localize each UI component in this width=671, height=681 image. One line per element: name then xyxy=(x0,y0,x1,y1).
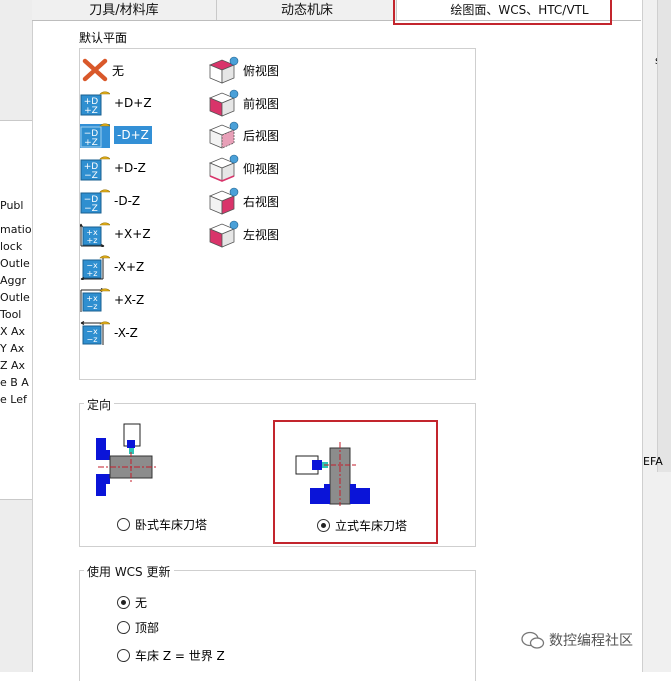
view-option-label: 左视图 xyxy=(243,227,280,242)
view-option-top[interactable]: 俯视图 xyxy=(207,56,280,84)
wcs-update-title: 使用 WCS 更新 xyxy=(84,563,174,580)
plane-option-mdpz[interactable]: −D +Z -D+Z xyxy=(80,122,152,148)
svg-text:−Z: −Z xyxy=(84,171,98,181)
background-tree-row: lock xyxy=(0,240,23,253)
cube-back-view-icon xyxy=(208,121,239,149)
plane-option-label: +D+Z xyxy=(114,96,152,110)
cube-left-view-icon xyxy=(208,220,239,248)
tab-tool-material-library[interactable]: 刀具/材料库 xyxy=(32,0,216,20)
radio-circle[interactable] xyxy=(117,621,130,634)
plane-option-none[interactable]: 无 xyxy=(82,57,124,83)
orientation-title: 定向 xyxy=(84,396,115,413)
plane-option-mxmz[interactable]: −x −z -X-Z xyxy=(80,320,138,346)
radio-circle[interactable] xyxy=(117,518,130,531)
plane-option-pxmz[interactable]: +x −z +X-Z xyxy=(80,287,144,313)
plane-option-mxpz[interactable]: −x +z -X+Z xyxy=(80,254,144,280)
plane-option-label: -D+Z xyxy=(114,126,152,144)
background-tree-row: Tool xyxy=(0,308,22,321)
background-tree-row: Outle xyxy=(0,257,30,270)
plane-mdpz-icon: −D +Z xyxy=(80,123,110,148)
cube-top-view-icon xyxy=(208,56,239,84)
plane-option-label: +X+Z xyxy=(114,227,151,241)
horizontal-turret-illustration xyxy=(96,423,156,496)
svg-text:+z: +z xyxy=(87,269,98,278)
plane-option-pdmz[interactable]: +D −Z +D-Z xyxy=(80,155,146,181)
background-right-text: EFA xyxy=(643,455,663,468)
view-option-label: 后视图 xyxy=(243,128,280,143)
plane-option-label: +D-Z xyxy=(114,161,146,175)
watermark-text: 数控编程社区 xyxy=(549,633,633,649)
background-tree-panel: Publ matio lock Outle Aggr Outle Tool X … xyxy=(0,120,32,500)
wechat-logo-icon xyxy=(521,631,545,649)
svg-text:−Z: −Z xyxy=(84,204,98,214)
plane-pxpz-icon: +x +z xyxy=(80,222,110,247)
background-right-edge xyxy=(657,0,671,472)
view-option-label: 仰视图 xyxy=(243,161,280,176)
background-tree-row: Aggr xyxy=(0,274,27,287)
view-option-left[interactable]: 左视图 xyxy=(207,220,280,248)
svg-text:+Z: +Z xyxy=(84,106,98,116)
radio-horizontal-turret[interactable]: 卧式车床刀塔 xyxy=(117,516,207,533)
plane-option-label: -X+Z xyxy=(114,260,145,274)
plane-option-label: 无 xyxy=(112,63,125,78)
watermark: 数控编程社区 xyxy=(521,630,633,650)
background-tree-row: e B A xyxy=(0,376,29,389)
view-option-back[interactable]: 后视图 xyxy=(207,121,280,149)
cube-right-view-icon xyxy=(208,187,239,215)
tab-dynamic-machine[interactable]: 动态机床 xyxy=(216,0,397,20)
none-x-icon xyxy=(82,58,108,82)
plane-mdmz-icon: −D −Z xyxy=(80,189,110,214)
plane-pdmz-icon: +D −Z xyxy=(80,156,110,181)
radio-label: 无 xyxy=(135,596,148,610)
plane-option-label: +X-Z xyxy=(114,293,145,307)
plane-pdpz-icon: +D +Z xyxy=(80,91,110,116)
plane-option-mdmz[interactable]: −D −Z -D-Z xyxy=(80,188,140,214)
plane-option-label: -X-Z xyxy=(114,326,138,340)
cube-front-view-icon xyxy=(208,89,239,117)
svg-text:−z: −z xyxy=(87,302,98,311)
plane-mxpz-icon: −x +z xyxy=(80,255,110,280)
view-option-right[interactable]: 右视图 xyxy=(207,187,280,215)
plane-option-pdpz[interactable]: +D +Z +D+Z xyxy=(80,90,152,116)
default-plane-title: 默认平面 xyxy=(79,31,128,45)
svg-text:+z: +z xyxy=(87,236,98,245)
plane-option-pxpz[interactable]: +x +z +X+Z xyxy=(80,221,151,247)
radio-wcs-top[interactable]: 顶部 xyxy=(117,619,159,636)
background-tree-row: Outle xyxy=(0,291,30,304)
radio-wcs-none[interactable]: 无 xyxy=(117,594,147,611)
radio-circle[interactable] xyxy=(117,596,130,609)
plane-option-label: -D-Z xyxy=(114,194,141,208)
svg-text:−z: −z xyxy=(87,335,98,344)
orientation-annotation-highlight xyxy=(273,420,438,544)
radio-wcs-lathe-z-world-z[interactable]: 车床 Z = 世界 Z xyxy=(117,647,225,664)
view-option-bottom[interactable]: 仰视图 xyxy=(207,154,280,182)
cube-bottom-view-icon xyxy=(208,154,239,182)
view-option-label: 右视图 xyxy=(243,194,280,209)
background-tree-row: Y Ax xyxy=(0,342,25,355)
radio-circle[interactable] xyxy=(117,649,130,662)
radio-label: 卧式车床刀塔 xyxy=(135,518,208,532)
radio-label: 顶部 xyxy=(135,621,160,635)
background-tree-row: X Ax xyxy=(0,325,26,338)
plane-pxmz-icon: +x −z xyxy=(80,288,110,312)
view-option-label: 前视图 xyxy=(243,96,280,111)
view-option-front[interactable]: 前视图 xyxy=(207,89,280,117)
tab-annotation-highlight xyxy=(393,0,612,25)
background-tree-row: Z Ax xyxy=(0,359,26,372)
background-right-panel: st EFA xyxy=(641,0,671,672)
plane-mxmz-icon: −x −z xyxy=(80,321,110,345)
svg-text:+Z: +Z xyxy=(84,138,98,148)
background-tree-row: Publ xyxy=(0,199,24,212)
view-option-label: 俯视图 xyxy=(243,63,280,78)
radio-label: 车床 Z = 世界 Z xyxy=(135,649,225,663)
background-tree-row: e Lef xyxy=(0,393,27,406)
background-tree-row: matio xyxy=(0,223,32,236)
